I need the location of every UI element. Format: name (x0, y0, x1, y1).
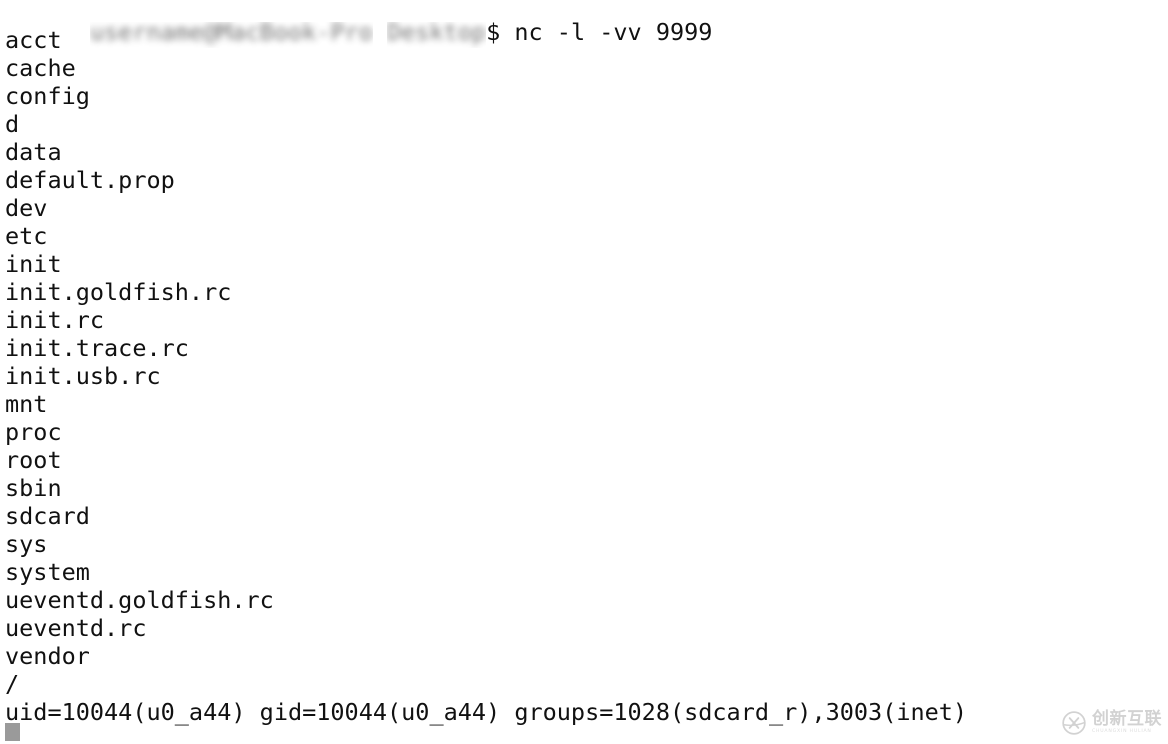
redacted-prompt-host: username@MacBook-Pro (90, 22, 373, 48)
output-line: dev (5, 194, 48, 222)
output-line: mnt (5, 390, 48, 418)
output-line: system (5, 558, 90, 586)
output-line: init.usb.rc (5, 362, 161, 390)
output-line: default.prop (5, 166, 175, 194)
output-line: sbin (5, 474, 62, 502)
output-line: cache (5, 54, 76, 82)
output-line: init.goldfish.rc (5, 278, 232, 306)
prompt-command: nc -l -vv 9999 (500, 18, 713, 46)
prompt-inner: username@MacBook-Pro Desktop $ nc -l -vv … (85, 18, 713, 48)
output-line: init.rc (5, 306, 105, 334)
output-line: ueventd.rc (5, 614, 147, 642)
terminal-output: username@MacBook-Pro Desktop $ nc -l -vv … (0, 0, 1168, 726)
output-line: d (5, 110, 20, 138)
terminal-window[interactable]: username@MacBook-Pro Desktop $ nc -l -vv … (0, 0, 1168, 744)
redacted-prompt-path-text: Desktop (387, 22, 487, 46)
output-line: init (5, 250, 62, 278)
output-line: uid=10044(u0_a44) gid=10044(u0_a44) grou… (5, 698, 968, 726)
output-line: proc (5, 418, 62, 446)
output-line: sdcard (5, 502, 90, 530)
output-line: ueventd.goldfish.rc (5, 586, 274, 614)
output-line: sys (5, 530, 48, 558)
terminal-cursor (5, 723, 20, 741)
output-line: init.trace.rc (5, 334, 189, 362)
output-line: root (5, 446, 62, 474)
output-line: config (5, 82, 90, 110)
redacted-prompt-path: Desktop (387, 22, 486, 48)
output-line: vendor (5, 642, 90, 670)
redacted-prompt-host-text: username@MacBook-Pro (89, 22, 373, 46)
prompt-spacer (373, 19, 387, 45)
prompt-symbol: $ (486, 18, 501, 46)
output-line: etc (5, 222, 48, 250)
output-line: / (5, 670, 20, 698)
output-line: data (5, 138, 62, 166)
terminal-prompt-line: username@MacBook-Pro Desktop $ nc -l -vv … (0, 0, 1168, 45)
watermark-en-text: CHUANGXIN HULIAN (1092, 729, 1152, 735)
